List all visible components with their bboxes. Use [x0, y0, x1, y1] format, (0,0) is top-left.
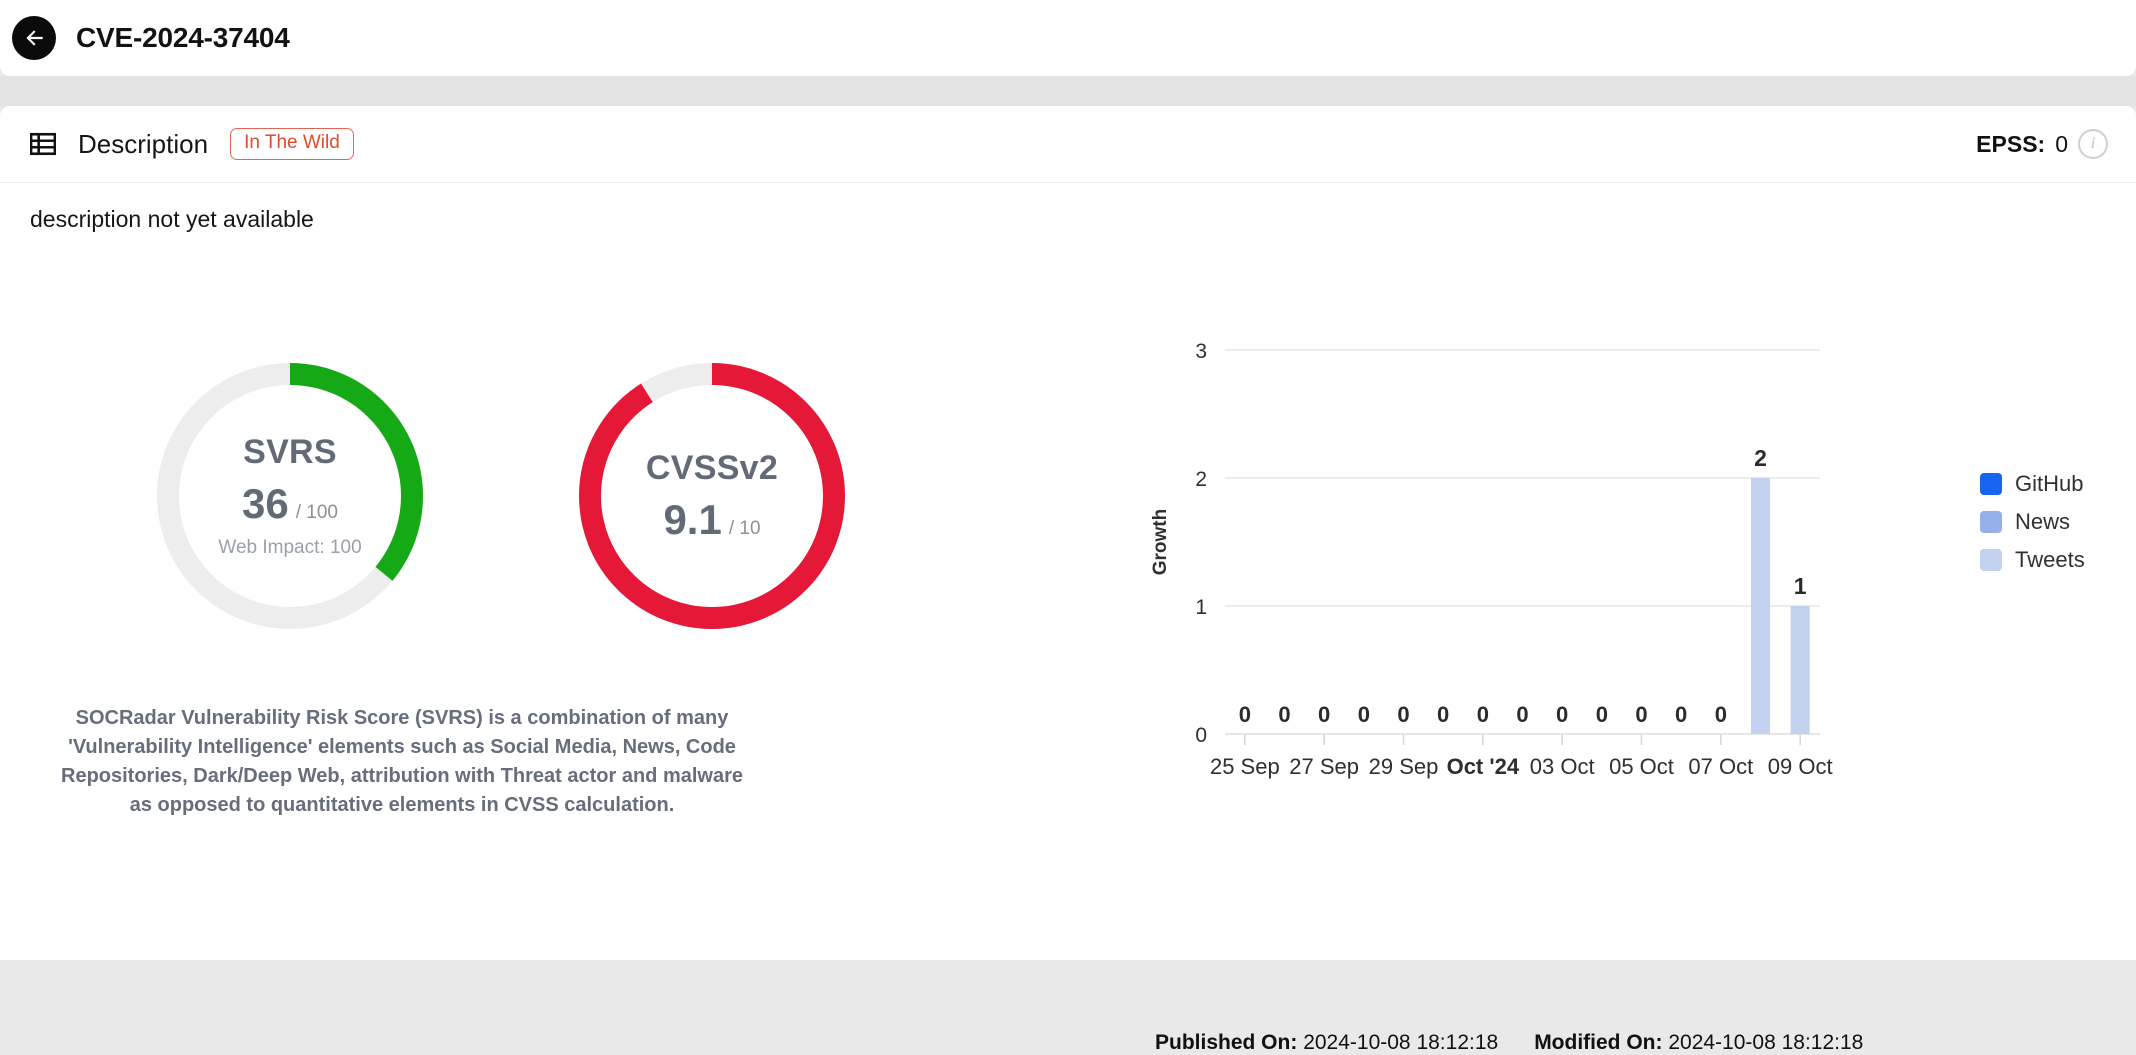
- svg-text:3: 3: [1195, 340, 1207, 363]
- svg-text:0: 0: [1596, 702, 1608, 727]
- svg-text:25 Sep: 25 Sep: [1210, 754, 1280, 779]
- legend-item-news[interactable]: News: [1980, 509, 2085, 535]
- legend-label-tweets: Tweets: [2015, 547, 2085, 572]
- svg-text:0: 0: [1556, 702, 1568, 727]
- growth-bar-chart: 0 1 2 3 Growth 0 0 0 0 0 0 0 0 0 0 0 0 0 2 1 25 Sep 27 Sep 29 …: [1130, 336, 2120, 1026]
- page-title: CVE-2024-37404: [76, 22, 290, 53]
- legend-swatch-github: [1980, 473, 2002, 495]
- modified-on-label: Modified On:: [1534, 1031, 1663, 1054]
- description-card: Description In The Wild EPSS: 0 i descri…: [0, 106, 2136, 1054]
- svg-text:29 Sep: 29 Sep: [1369, 754, 1439, 779]
- cvssv2-gauge-center: CVSSv2 9.1 / 10: [562, 346, 862, 646]
- svrs-gauge-title: SVRS: [243, 433, 337, 471]
- svg-text:03 Oct: 03 Oct: [1530, 754, 1595, 779]
- legend-swatch-tweets: [1980, 549, 2002, 571]
- svg-text:2: 2: [1195, 468, 1207, 491]
- svg-text:Growth: Growth: [1150, 509, 1171, 576]
- legend-swatch-news: [1980, 511, 2002, 533]
- modified-on: Modified On: 2024-10-08 18:12:18: [1534, 1031, 1863, 1055]
- svg-text:09 Oct: 09 Oct: [1768, 754, 1833, 779]
- svg-text:0: 0: [1318, 702, 1330, 727]
- header-divider: [0, 76, 2136, 106]
- chart-canvas: 0 1 2 3 Growth 0 0 0 0 0 0 0 0 0 0 0 0 0 2 1 25 Sep 27 Sep 29 …: [1150, 340, 1833, 779]
- epss-label: EPSS:: [1976, 130, 2046, 157]
- chart-legend: GitHub News Tweets: [1980, 471, 2085, 585]
- svg-text:0: 0: [1715, 702, 1727, 727]
- svg-text:0: 0: [1239, 702, 1251, 727]
- status-badge-in-the-wild[interactable]: In The Wild: [230, 128, 354, 160]
- legend-label-news: News: [2015, 509, 2071, 534]
- description-body: description not yet available: [30, 206, 314, 232]
- score-gauges: SVRS 36 / 100 Web Impact: 100 CVSSv2 9.1…: [0, 346, 1090, 646]
- svrs-score-max: / 100: [295, 502, 338, 523]
- svg-text:27 Sep: 27 Sep: [1289, 754, 1359, 779]
- svrs-score: 36: [242, 480, 289, 527]
- svg-text:0: 0: [1516, 702, 1528, 727]
- info-icon[interactable]: i: [2078, 129, 2108, 159]
- table-list-icon: [30, 131, 56, 157]
- svg-text:0: 0: [1437, 702, 1449, 727]
- svg-text:0: 0: [1675, 702, 1687, 727]
- svg-text:07 Oct: 07 Oct: [1688, 754, 1753, 779]
- svg-text:0: 0: [1278, 702, 1290, 727]
- cvssv2-gauge: CVSSv2 9.1 / 10: [562, 346, 862, 646]
- svg-text:2: 2: [1754, 445, 1767, 471]
- description-header: Description In The Wild EPSS: 0 i: [0, 106, 2136, 183]
- svg-text:0: 0: [1195, 724, 1207, 747]
- svg-text:0: 0: [1477, 702, 1489, 727]
- published-on: Published On: 2024-10-08 18:12:18: [1155, 1031, 1498, 1055]
- svrs-explanation: SOCRadar Vulnerability Risk Score (SVRS)…: [61, 707, 743, 816]
- epss-value: 0: [2055, 130, 2068, 157]
- page-header: CVE-2024-37404: [0, 0, 2136, 76]
- svrs-gauge-center: SVRS 36 / 100 Web Impact: 100: [140, 346, 440, 646]
- published-on-label: Published On:: [1155, 1031, 1298, 1054]
- svrs-gauge: SVRS 36 / 100 Web Impact: 100: [140, 346, 440, 646]
- legend-item-tweets[interactable]: Tweets: [1980, 547, 2085, 573]
- cvssv2-gauge-title: CVSSv2: [645, 448, 779, 487]
- cve-detail-page: CVE-2024-37404 Description In The Wild E…: [0, 0, 2136, 1054]
- modified-on-value: 2024-10-08 18:12:18: [1668, 1031, 1864, 1054]
- svg-text:0: 0: [1635, 702, 1647, 727]
- epss-readout: EPSS: 0 i: [1976, 129, 2108, 159]
- svg-text:0: 0: [1397, 702, 1409, 727]
- back-button[interactable]: [12, 16, 56, 60]
- legend-label-github: GitHub: [2015, 471, 2084, 496]
- arrow-left-icon: [21, 25, 47, 51]
- record-dates: Published On: 2024-10-08 18:12:18 Modifi…: [1155, 1031, 1863, 1055]
- cvssv2-score-max: / 10: [728, 517, 761, 539]
- svg-text:Oct '24: Oct '24: [1447, 754, 1520, 779]
- svrs-web-impact: Web Impact: 100: [218, 537, 362, 558]
- svg-text:1: 1: [1195, 596, 1207, 619]
- cvssv2-score: 9.1: [663, 495, 722, 543]
- description-label: Description: [78, 128, 209, 159]
- svg-text:0: 0: [1358, 702, 1370, 727]
- svg-text:05 Oct: 05 Oct: [1609, 754, 1674, 779]
- svg-text:1: 1: [1794, 573, 1807, 599]
- published-on-value: 2024-10-08 18:12:18: [1303, 1031, 1499, 1054]
- legend-item-github[interactable]: GitHub: [1980, 471, 2085, 497]
